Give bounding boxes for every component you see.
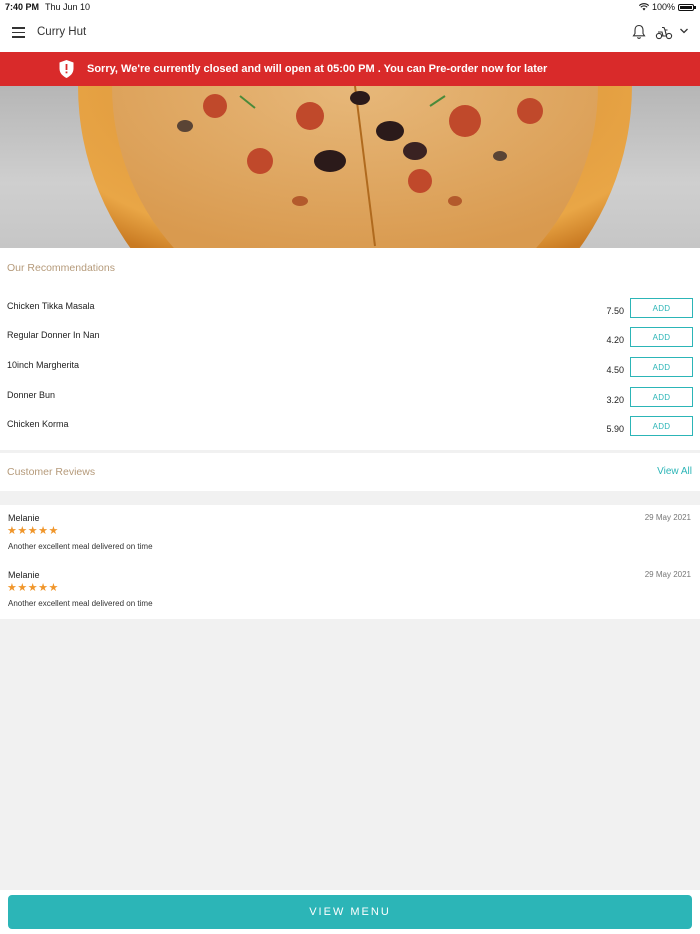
delivery-scooter-icon[interactable] <box>655 26 673 40</box>
restaurant-title: Curry Hut <box>37 26 87 38</box>
dish-price: 4.50 <box>606 365 624 375</box>
pizza-illustration <box>78 86 632 248</box>
dish-name: 10inch Margherita <box>7 360 80 370</box>
review-item: Melanie 29 May 2021 ★★★★★ Another excell… <box>0 570 700 622</box>
review-item: Melanie 29 May 2021 ★★★★★ Another excell… <box>0 513 700 565</box>
reviewer-name: Melanie <box>8 513 40 523</box>
star-rating: ★★★★★ <box>7 582 59 594</box>
closed-banner: Sorry, We're currently closed and will o… <box>0 52 700 86</box>
dish-name: Regular Donner In Nan <box>7 330 100 340</box>
battery-icon <box>678 3 696 11</box>
reviews-list: Melanie 29 May 2021 ★★★★★ Another excell… <box>0 505 700 619</box>
add-to-cart-button[interactable]: ADD <box>630 387 693 407</box>
hamburger-menu-icon[interactable] <box>12 27 25 38</box>
recommendation-row: Regular Donner In Nan 4.20 ADD <box>0 327 700 360</box>
star-rating: ★★★★★ <box>7 525 59 537</box>
recommendation-row: Chicken Tikka Masala 7.50 ADD <box>0 298 700 331</box>
reviewer-name: Melanie <box>8 570 40 580</box>
dish-name: Chicken Tikka Masala <box>7 301 95 311</box>
review-date: 29 May 2021 <box>644 570 691 579</box>
customer-reviews-title: Customer Reviews <box>7 466 96 478</box>
dish-price: 7.50 <box>606 306 624 316</box>
recommendations-section: Our Recommendations Chicken Tikka Masala… <box>0 248 700 450</box>
bell-icon[interactable] <box>632 24 646 40</box>
shield-alert-icon <box>59 60 74 78</box>
dish-price: 5.90 <box>606 424 624 434</box>
battery-percent: 100% <box>651 2 675 12</box>
view-all-reviews-link[interactable]: View All <box>657 466 692 477</box>
status-right: 100% <box>638 2 696 12</box>
review-text: Another excellent meal delivered on time <box>8 599 153 608</box>
dish-name: Donner Bun <box>7 390 56 400</box>
chevron-down-icon[interactable] <box>679 27 689 35</box>
bottom-bar: VIEW MENU <box>0 890 700 934</box>
closed-message: Sorry, We're currently closed and will o… <box>87 63 548 75</box>
add-to-cart-button[interactable]: ADD <box>630 357 693 377</box>
status-time: 7:40 PM <box>5 2 40 12</box>
status-date: Thu Jun 10 <box>45 2 91 12</box>
review-text: Another excellent meal delivered on time <box>8 542 153 551</box>
reviews-header: Customer Reviews View All <box>0 453 700 491</box>
recommendations-title: Our Recommendations <box>7 262 115 274</box>
dish-price: 3.20 <box>606 395 624 405</box>
recommendation-row: Donner Bun 3.20 ADD <box>0 387 700 420</box>
dish-name: Chicken Korma <box>7 419 69 429</box>
hero-pizza-image <box>0 86 700 248</box>
add-to-cart-button[interactable]: ADD <box>630 327 693 347</box>
recommendation-row: Chicken Korma 5.90 ADD <box>0 416 700 449</box>
add-to-cart-button[interactable]: ADD <box>630 416 693 436</box>
view-menu-button[interactable]: VIEW MENU <box>8 895 692 929</box>
recommendation-row: 10inch Margherita 4.50 ADD <box>0 357 700 390</box>
add-to-cart-button[interactable]: ADD <box>630 298 693 318</box>
app-header: Curry Hut <box>0 14 700 52</box>
status-bar: 7:40 PM Thu Jun 10 100% <box>0 0 700 14</box>
wifi-icon <box>638 3 649 11</box>
review-date: 29 May 2021 <box>644 513 691 522</box>
dish-price: 4.20 <box>606 335 624 345</box>
